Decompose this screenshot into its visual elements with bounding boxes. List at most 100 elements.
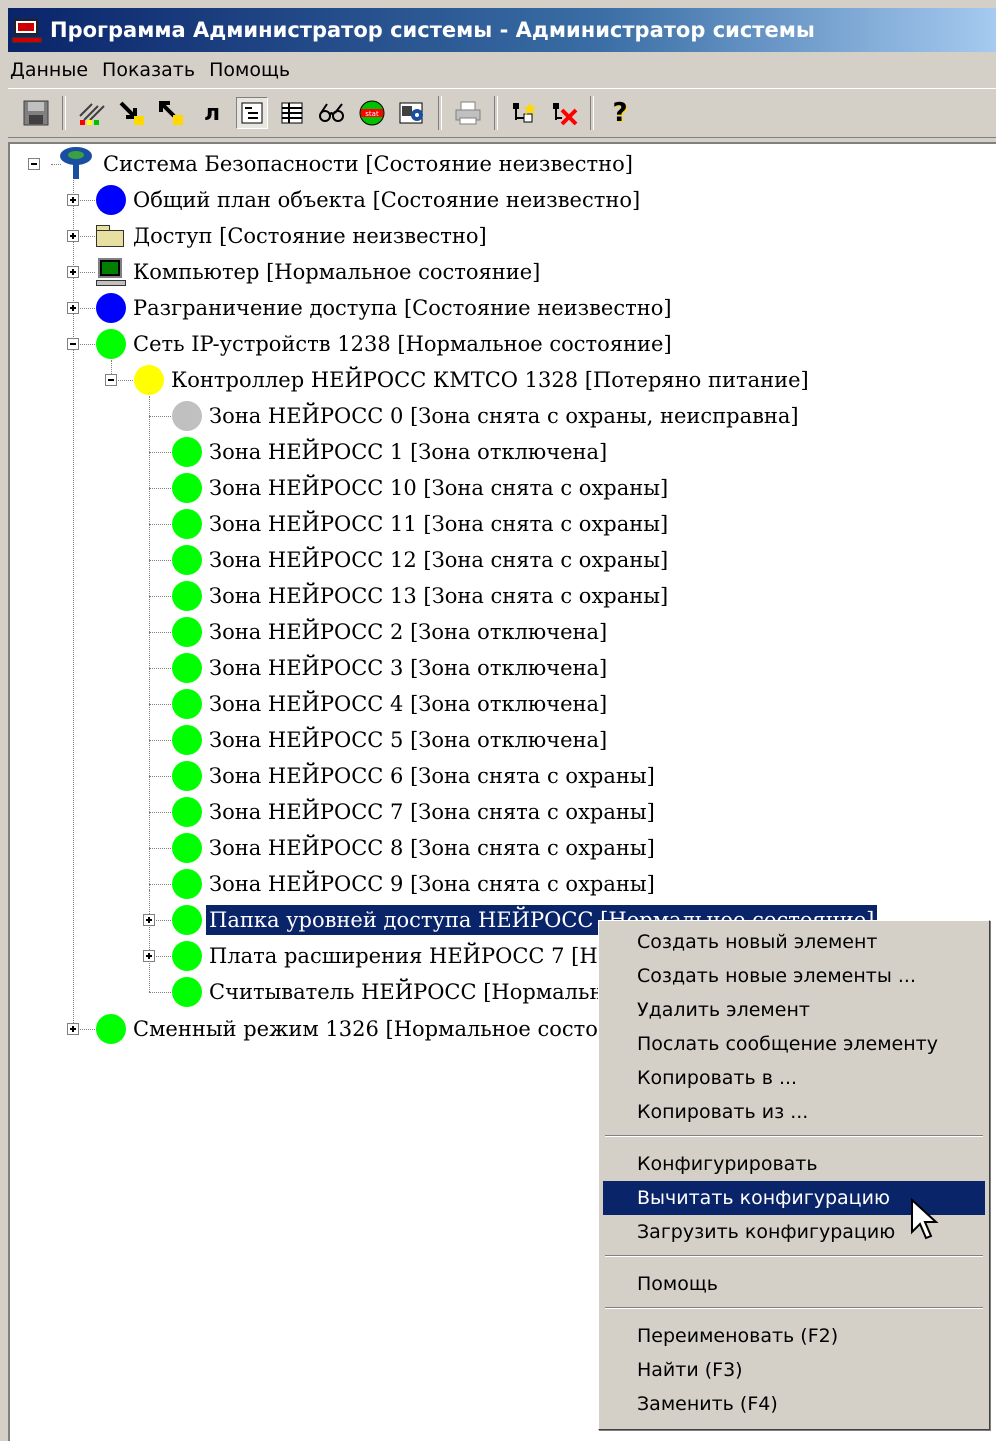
tree-node-zone[interactable]: Зона НЕЙРОСС 3 [Зона отключена]: [172, 650, 610, 686]
menu-item-rename[interactable]: Переименовать (F2): [603, 1319, 985, 1353]
tree-node-zone[interactable]: Зона НЕЙРОСС 6 [Зона снята с охраны]: [172, 758, 658, 794]
app-icon: [12, 17, 42, 43]
status-faulty-icon: [172, 401, 202, 431]
tree-line: [149, 812, 171, 813]
status-normal-icon: [96, 329, 126, 359]
expand-toggle[interactable]: [67, 230, 79, 242]
tree-node-zone[interactable]: Зона НЕЙРОСС 0 [Зона снята с охраны, неи…: [172, 398, 802, 434]
tree-node-access-control[interactable]: Разграничение доступа [Состояние неизвес…: [96, 290, 675, 326]
menu-item-find[interactable]: Найти (F3): [603, 1353, 985, 1387]
tree-node-computer[interactable]: Компьютер [Нормальное состояние]: [96, 254, 543, 290]
tree-node-zone[interactable]: Зона НЕЙРОСС 10 [Зона снята с охраны]: [172, 470, 671, 506]
glasses-button[interactable]: [316, 97, 348, 129]
expand-toggle[interactable]: [67, 302, 79, 314]
status-unknown-icon: [96, 293, 126, 323]
tree-line: [149, 890, 150, 992]
status-normal-icon: [172, 977, 202, 1007]
tree-node-label: Зона НЕЙРОСС 13 [Зона снята с охраны]: [209, 584, 669, 608]
menu-item-help[interactable]: Помощь: [603, 1267, 985, 1301]
tree-node-label: Сеть IP-устройств 1238 [Нормальное состо…: [133, 332, 672, 356]
tree-node-label: Зона НЕЙРОСС 3 [Зона отключена]: [209, 656, 608, 680]
status-normal-icon: [172, 581, 202, 611]
menu-separator: [605, 1255, 983, 1257]
printer-icon: [455, 101, 481, 125]
status-unknown-icon: [96, 185, 126, 215]
toolbar-separator: [438, 96, 442, 130]
toolbar: л stat ?: [8, 88, 996, 138]
status-icon: stat: [359, 100, 385, 126]
collapse-toggle[interactable]: [105, 374, 117, 386]
status-normal-icon: [172, 869, 202, 899]
expand-toggle[interactable]: [67, 194, 79, 206]
tree-view-icon: [241, 102, 263, 124]
toolbar-separator: [494, 96, 498, 130]
menu-item-send-message[interactable]: Послать сообщение элементу: [603, 1027, 985, 1061]
add-element-button[interactable]: [508, 97, 540, 129]
menu-item-delete-element[interactable]: Удалить элемент: [603, 993, 985, 1027]
tree-node-zone[interactable]: Зона НЕЙРОСС 1 [Зона отключена]: [172, 434, 610, 470]
tree-node-zone[interactable]: Зона НЕЙРОСС 7 [Зона снята с охраны]: [172, 794, 658, 830]
delete-element-button[interactable]: [548, 97, 580, 129]
title-bar: Программа Администратор системы - Админи…: [8, 8, 996, 52]
tree-node-zone[interactable]: Зона НЕЙРОСС 11 [Зона снята с охраны]: [172, 506, 671, 542]
text-button[interactable]: л: [196, 97, 228, 129]
tree-node-zone[interactable]: Зона НЕЙРОСС 5 [Зона отключена]: [172, 722, 610, 758]
tree-node-object-plan[interactable]: Общий план объекта [Состояние неизвестно…: [96, 182, 643, 218]
save-button[interactable]: [20, 97, 52, 129]
menu-item-configure[interactable]: Конфигурировать: [603, 1147, 985, 1181]
toolbar-separator: [62, 96, 66, 130]
menu-item-copy-to[interactable]: Копировать в ...: [603, 1061, 985, 1095]
tree-node-controller[interactable]: Контроллер НЕЙРОСС КМТСО 1328 [Потеряно …: [134, 362, 812, 398]
tree-node-zone[interactable]: Зона НЕЙРОСС 13 [Зона снята с охраны]: [172, 578, 671, 614]
menu-separator: [605, 1135, 983, 1137]
tree-node-access[interactable]: Доступ [Состояние неизвестно]: [96, 218, 490, 254]
menu-show[interactable]: Показать: [100, 59, 207, 81]
hatch-button[interactable]: [76, 97, 108, 129]
collapse-toggle[interactable]: [28, 158, 40, 170]
mouse-pointer-icon: [911, 1198, 939, 1240]
status-normal-icon: [172, 689, 202, 719]
arrow-down-right-button[interactable]: [116, 97, 148, 129]
tree-node-ip-network[interactable]: Сеть IP-устройств 1238 [Нормальное состо…: [96, 326, 675, 362]
help-button[interactable]: ?: [604, 97, 636, 129]
expand-toggle[interactable]: [143, 914, 155, 926]
tree-node-root[interactable]: Система Безопасности [Состояние неизвест…: [58, 146, 636, 182]
tree-view-button[interactable]: [236, 97, 268, 129]
expand-toggle[interactable]: [67, 1023, 79, 1035]
arrow-up-left-button[interactable]: [156, 97, 188, 129]
tree-line: [149, 848, 171, 849]
hatch-icon: [79, 103, 105, 125]
menu-item-replace[interactable]: Заменить (F4): [603, 1387, 985, 1421]
tree-node-zone[interactable]: Зона НЕЙРОСС 12 [Зона снята с охраны]: [172, 542, 671, 578]
tree-node-label: Зона НЕЙРОСС 6 [Зона снята с охраны]: [209, 764, 655, 788]
menu-item-copy-from[interactable]: Копировать из ...: [603, 1095, 985, 1129]
collapse-toggle[interactable]: [67, 338, 79, 350]
properties-button[interactable]: [396, 97, 428, 129]
menu-item-create-element[interactable]: Создать новый элемент: [603, 925, 985, 959]
tree-node-shift-mode[interactable]: Сменный режим 1326 [Нормальное состояние…: [96, 1011, 663, 1047]
expand-toggle[interactable]: [143, 950, 155, 962]
tree-line: [149, 704, 171, 705]
tree-line: [149, 668, 171, 669]
status-button[interactable]: stat: [356, 97, 388, 129]
menu-item-create-elements[interactable]: Создать новые элементы ...: [603, 959, 985, 993]
folder-icon: [96, 225, 124, 247]
properties-icon: [399, 102, 423, 124]
print-button[interactable]: [452, 97, 484, 129]
status-normal-icon: [172, 761, 202, 791]
tree-node-zone[interactable]: Зона НЕЙРОСС 2 [Зона отключена]: [172, 614, 610, 650]
status-power-lost-icon: [134, 365, 164, 395]
help-icon: ?: [612, 98, 628, 128]
table-view-button[interactable]: [276, 97, 308, 129]
menu-data[interactable]: Данные: [8, 59, 100, 81]
tree-node-label: Зона НЕЙРОСС 10 [Зона снята с охраны]: [209, 476, 669, 500]
tree-line: [149, 416, 171, 417]
tree-node-label: Система Безопасности [Состояние неизвест…: [103, 152, 633, 176]
expand-toggle[interactable]: [67, 266, 79, 278]
tree-node-zone[interactable]: Зона НЕЙРОСС 8 [Зона снята с охраны]: [172, 830, 658, 866]
tree-node-label: Доступ [Состояние неизвестно]: [133, 224, 487, 248]
tree-line: [149, 488, 171, 489]
menu-help[interactable]: Помощь: [207, 59, 302, 81]
tree-node-zone[interactable]: Зона НЕЙРОСС 9 [Зона снята с охраны]: [172, 866, 658, 902]
tree-node-zone[interactable]: Зона НЕЙРОСС 4 [Зона отключена]: [172, 686, 610, 722]
